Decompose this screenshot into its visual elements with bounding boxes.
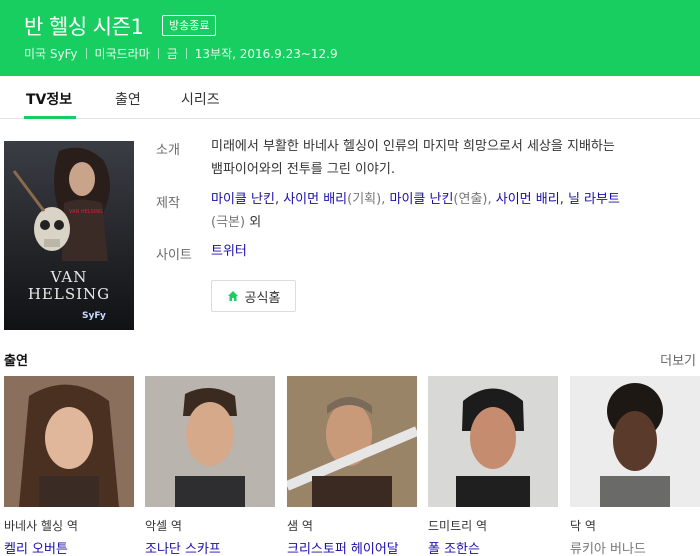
director-link[interactable]: 마이클 난킨 (389, 192, 453, 207)
meta-network[interactable]: 미국 SyFy (24, 45, 78, 62)
cast-actor-name: 류키아 버나드 (570, 542, 646, 556)
cast-actor-link[interactable]: 조나단 스카프 (145, 538, 221, 556)
cast-portrait (428, 376, 558, 507)
divider (85, 48, 87, 59)
intro-text: 미래에서 부활한 바네사 헬싱이 인류의 마지막 희망으로서 세상을 지배하는 뱀… (211, 139, 615, 177)
divider (185, 48, 187, 59)
cast-actor-link[interactable]: 크리스토퍼 헤이어달 (287, 538, 399, 556)
meta-episodes: 13부작, 2016.9.23~12.9 (194, 47, 338, 61)
cast-photo[interactable] (4, 376, 134, 507)
divider (157, 48, 159, 59)
cast-photo[interactable] (145, 376, 275, 507)
production-credits: 마이클 난킨, 사이먼 배리(기획), 마이클 난킨(연출), 사이먼 배리, … (211, 192, 620, 230)
cast-actor-link[interactable]: 켈리 오버튼 (4, 538, 68, 556)
cast-photo[interactable] (287, 376, 417, 507)
meta-day: 금 (166, 47, 178, 61)
twitter-link[interactable]: 트위터 (211, 244, 247, 259)
meta-line: 미국 SyFy 미국드라마 금 13부작, 2016.9.23~12.9 (24, 45, 338, 62)
svg-text:VAN HELSING: VAN HELSING (69, 209, 103, 215)
site-label: 사이트 (156, 248, 192, 263)
director-link[interactable]: 사이먼 배리 (496, 192, 560, 207)
network-logo: SyFy (82, 311, 106, 321)
header-bar: 반 헬싱 시즌1 방송종료 미국 SyFy 미국드라마 금 13부작, 2016… (0, 0, 700, 76)
writer-link[interactable]: 닐 라부트 (568, 192, 620, 207)
production-label: 제작 (156, 196, 180, 211)
cast-portrait (287, 376, 417, 507)
official-home-label: 공식홈 (244, 290, 281, 306)
site-value: 트위터 (211, 240, 247, 263)
tab-cast[interactable]: 출연 (115, 89, 141, 109)
page-title: 반 헬싱 시즌1 (24, 15, 144, 39)
cast-photo[interactable] (428, 376, 558, 507)
cast-portrait (4, 376, 134, 507)
home-icon (227, 291, 238, 301)
cast-card[interactable]: 바네사 헬싱 역 켈리 오버튼 (4, 376, 134, 556)
cast-card[interactable]: 드미트리 역 폴 조한슨 (428, 376, 558, 556)
creator-link[interactable]: 사이먼 배리 (283, 192, 347, 207)
more-link[interactable]: 더보기 (660, 350, 696, 369)
intro-label: 소개 (156, 143, 180, 158)
cast-photo[interactable] (570, 376, 700, 507)
cast-role: 닥 역 (570, 519, 596, 533)
cast-role: 드미트리 역 (428, 519, 488, 533)
creator-link[interactable]: 마이클 난킨 (211, 192, 275, 207)
official-home-button[interactable]: 공식홈 (211, 280, 296, 312)
cast-portrait (570, 376, 700, 507)
tab-tv-info[interactable]: TV정보 (26, 89, 72, 109)
cast-card[interactable]: 악셀 역 조나단 스카프 (145, 376, 275, 556)
tab-bar: TV정보 출연 시리즈 (0, 76, 700, 119)
cast-portrait (145, 376, 275, 507)
cast-actor-link[interactable]: 폴 조한슨 (428, 538, 480, 556)
cast-section-title: 출연 (4, 354, 28, 369)
cast-card[interactable]: 샘 역 크리스토퍼 헤이어달 (287, 376, 417, 556)
cast-role: 샘 역 (287, 519, 313, 533)
poster-title: VAN HELSING (27, 268, 111, 303)
cast-card[interactable]: 닥 역 류키아 버나드 (570, 376, 700, 556)
status-badge: 방송종료 (162, 15, 217, 36)
poster-image[interactable]: VAN HELSING VAN HELSING SyFy (4, 141, 134, 330)
tab-series[interactable]: 시리즈 (181, 89, 220, 109)
active-tab-indicator (24, 116, 76, 119)
meta-genre[interactable]: 미국드라마 (95, 45, 150, 62)
cast-role: 바네사 헬싱 역 (4, 519, 78, 533)
cast-role: 악셀 역 (145, 519, 182, 533)
